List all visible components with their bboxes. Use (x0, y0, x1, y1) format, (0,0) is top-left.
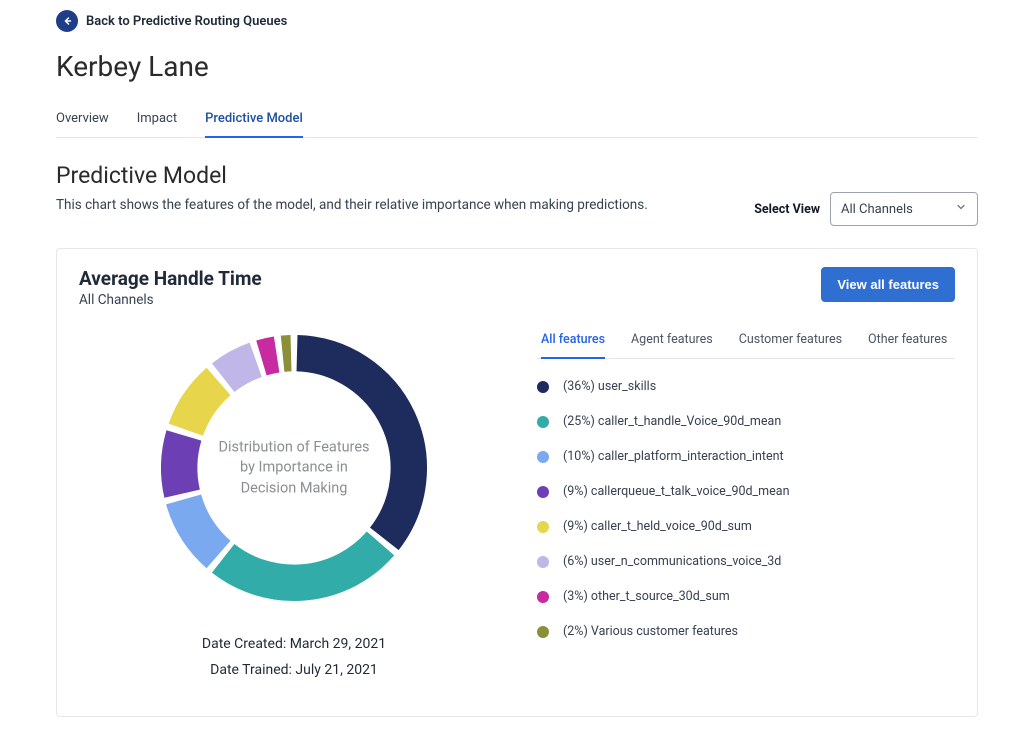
donut-slice (283, 353, 291, 354)
donut-slice (184, 499, 219, 554)
legend-swatch-icon (537, 416, 549, 428)
chevron-down-icon (955, 201, 967, 217)
legend-swatch-icon (537, 486, 549, 498)
legend-item: (10%) caller_platform_interaction_intent (537, 449, 955, 464)
legend-label: (6%) user_n_communications_voice_3d (563, 554, 781, 569)
select-view-value: All Channels (841, 202, 913, 217)
legend-swatch-icon (537, 591, 549, 603)
model-card: Average Handle Time All Channels View al… (56, 248, 978, 717)
section-title: Predictive Model (56, 162, 648, 189)
feature-tab-other-features[interactable]: Other features (868, 322, 947, 358)
back-link[interactable]: Back to Predictive Routing Queues (56, 10, 978, 32)
donut-chart: Distribution of Features by Importance i… (154, 328, 434, 608)
legend-swatch-icon (537, 626, 549, 638)
legend-item: (6%) user_n_communications_voice_3d (537, 554, 955, 569)
legend-label: (9%) caller_t_held_voice_90d_sum (563, 519, 752, 534)
legend-label: (10%) caller_platform_interaction_intent (563, 449, 784, 464)
select-view-label: Select View (754, 202, 820, 217)
donut-slice (223, 543, 380, 582)
back-arrow-icon (56, 10, 78, 32)
legend-label: (9%) callerqueue_t_talk_voice_90d_mean (563, 484, 789, 499)
legend-item: (25%) caller_t_handle_Voice_90d_mean (537, 414, 955, 429)
legend-swatch-icon (537, 451, 549, 463)
date-created: Date Created: March 29, 2021 (202, 636, 386, 652)
card-subtitle: All Channels (79, 292, 262, 308)
main-tabs: Overview Impact Predictive Model (56, 101, 978, 138)
date-trained: Date Trained: July 21, 2021 (202, 662, 386, 678)
legend-item: (9%) callerqueue_t_talk_voice_90d_mean (537, 484, 955, 499)
legend-item: (9%) caller_t_held_voice_90d_sum (537, 519, 955, 534)
legend-swatch-icon (537, 381, 549, 393)
legend-label: (36%) user_skills (563, 379, 656, 394)
section-desc: This chart shows the features of the mod… (56, 197, 648, 213)
feature-tab-agent-features[interactable]: Agent features (631, 322, 713, 358)
donut-slice (179, 435, 184, 493)
legend-label: (2%) Various customer features (563, 624, 738, 639)
back-label: Back to Predictive Routing Queues (86, 14, 287, 29)
legend-item: (36%) user_skills (537, 379, 955, 394)
tab-impact[interactable]: Impact (137, 101, 177, 137)
legend-item: (3%) other_t_source_30d_sum (537, 589, 955, 604)
feature-tabs: All features Agent features Customer featu… (537, 322, 955, 359)
select-view-dropdown[interactable]: All Channels (830, 192, 978, 226)
donut-slice (261, 355, 276, 358)
legend-swatch-icon (537, 521, 549, 533)
donut-slice (223, 360, 256, 378)
donut-slice (186, 381, 219, 429)
tab-predictive-model[interactable]: Predictive Model (205, 101, 303, 138)
view-all-features-button[interactable]: View all features (821, 267, 955, 302)
legend-label: (25%) caller_t_handle_Voice_90d_mean (563, 414, 781, 429)
feature-tab-customer-features[interactable]: Customer features (739, 322, 842, 358)
tab-overview[interactable]: Overview (56, 101, 109, 137)
feature-tab-all-features[interactable]: All features (541, 322, 605, 359)
card-title: Average Handle Time (79, 267, 262, 290)
page-title: Kerbey Lane (56, 50, 978, 83)
donut-center-label: Distribution of Features by Importance i… (214, 438, 374, 499)
legend: (36%) user_skills (25%) caller_t_handle_V… (537, 379, 955, 639)
legend-item: (2%) Various customer features (537, 624, 955, 639)
legend-label: (3%) other_t_source_30d_sum (563, 589, 730, 604)
legend-swatch-icon (537, 556, 549, 568)
